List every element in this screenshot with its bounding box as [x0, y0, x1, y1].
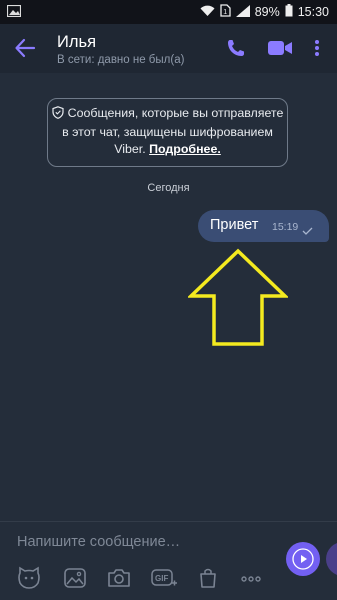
up-arrow-annotation-icon: [186, 248, 290, 353]
more-options-icon[interactable]: [313, 38, 321, 58]
date-separator: Сегодня: [147, 182, 190, 194]
secondary-action-button[interactable]: [326, 542, 337, 576]
camera-icon[interactable]: [106, 565, 132, 591]
sticker-icon[interactable]: [16, 565, 42, 591]
message-text: Привет: [210, 217, 259, 233]
composer-divider: [0, 521, 337, 522]
gallery-notification-icon: [6, 4, 22, 20]
more-link[interactable]: Подробнее.: [149, 142, 221, 156]
contact-status: В сети: давно не был(а): [57, 54, 185, 66]
svg-text:GIF: GIF: [155, 574, 168, 583]
chat-screen: 1 89% 15:30 Илья В сети: давно не был(а): [0, 0, 337, 600]
composer-toolbar: GIF: [0, 565, 280, 591]
wifi-icon: [200, 5, 215, 20]
outgoing-message[interactable]: Привет 15:19: [198, 210, 329, 242]
battery-icon: [285, 4, 293, 20]
gallery-icon[interactable]: [62, 565, 88, 591]
more-horizontal-icon[interactable]: [238, 565, 264, 591]
svg-text:1: 1: [223, 9, 227, 16]
sim-icon: 1: [220, 4, 231, 20]
status-bar: 1 89% 15:30: [0, 0, 337, 24]
video-call-icon[interactable]: [267, 39, 293, 57]
sent-check-icon: [302, 222, 313, 240]
battery-percent: 89%: [254, 5, 280, 19]
signal-icon: [235, 4, 250, 20]
chat-header: Илья В сети: давно не был(а): [0, 24, 337, 73]
gif-icon[interactable]: GIF: [150, 565, 178, 591]
back-arrow-icon[interactable]: [14, 37, 36, 59]
encryption-notice: Сообщения, которые вы отправляете в этот…: [47, 98, 288, 167]
contact-name[interactable]: Илья: [57, 33, 96, 52]
message-input[interactable]: [17, 532, 267, 552]
shield-icon: [52, 106, 64, 124]
message-time: 15:19: [272, 221, 299, 233]
voice-message-button[interactable]: [286, 542, 320, 576]
clock: 15:30: [297, 5, 329, 19]
phone-call-icon[interactable]: [226, 38, 246, 58]
shopping-bag-icon[interactable]: [195, 565, 221, 591]
